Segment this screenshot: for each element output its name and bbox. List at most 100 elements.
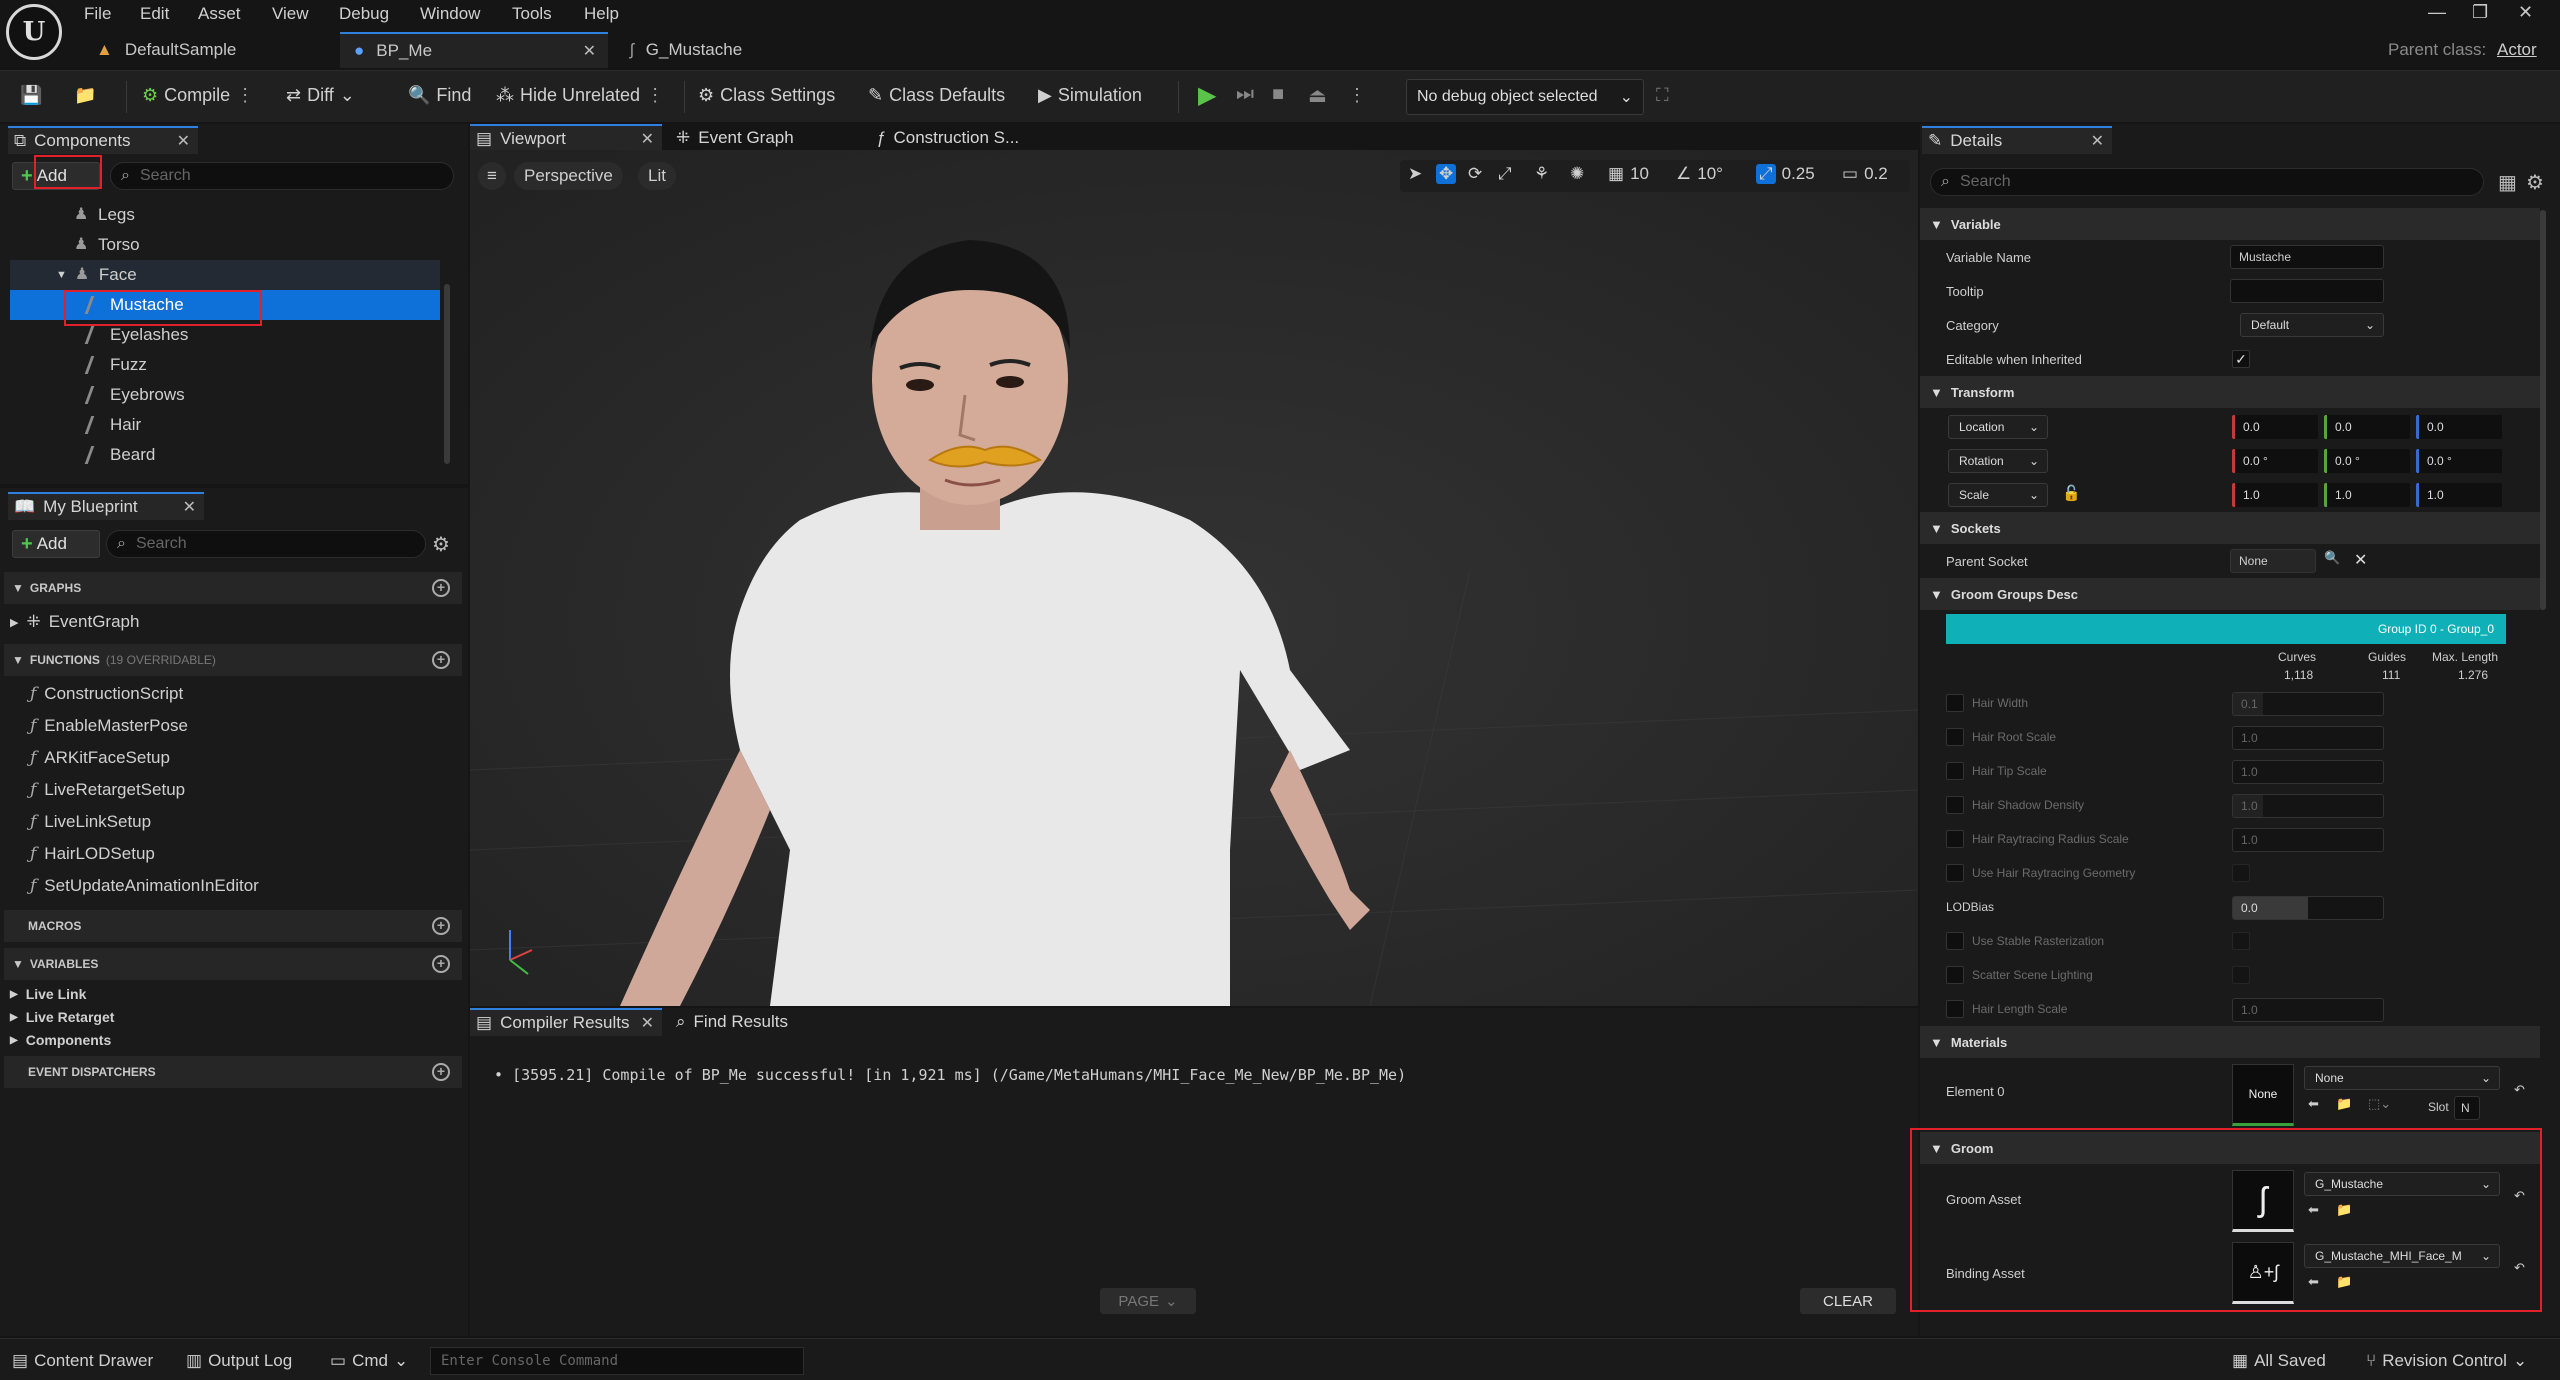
class-settings-button[interactable]: ⚙ Class Settings bbox=[698, 85, 835, 106]
lock-icon[interactable]: 🔓 bbox=[2062, 484, 2081, 502]
details-search-input[interactable]: ⌕ Search bbox=[1930, 168, 2484, 196]
scale-z-input[interactable]: 1.0 bbox=[2416, 483, 2502, 507]
all-saved-button[interactable]: ▦ All Saved bbox=[2232, 1351, 2326, 1371]
macros-section[interactable]: MACROS + bbox=[4, 910, 462, 942]
debug-object-select[interactable]: No debug object selected ⌄ bbox=[1406, 79, 1644, 115]
menu-debug[interactable]: Debug bbox=[339, 4, 389, 24]
scale-mode-icon[interactable]: ⤢ bbox=[1498, 164, 1512, 184]
menu-window[interactable]: Window bbox=[420, 4, 480, 24]
variable-group-live-link[interactable]: ▶ Live Link bbox=[10, 986, 86, 1002]
materials-section[interactable]: ▼ Materials bbox=[1920, 1026, 2540, 1058]
use-selected-icon[interactable]: ⬅ bbox=[2308, 1202, 2319, 1218]
groom-groups-section[interactable]: ▼ Groom Groups Desc bbox=[1920, 578, 2540, 610]
settings-gear-icon[interactable]: ⚙ bbox=[432, 532, 450, 557]
find-button[interactable]: 🔍 Find bbox=[408, 85, 471, 106]
details-scrollbar[interactable] bbox=[2540, 210, 2546, 610]
override-checkbox[interactable] bbox=[1946, 694, 1964, 712]
simulation-button[interactable]: ▶ Simulation bbox=[1038, 85, 1142, 106]
menu-edit[interactable]: Edit bbox=[140, 4, 169, 24]
function-item[interactable]: ƒ ARKitFaceSetup bbox=[30, 748, 170, 768]
tab-bp-me[interactable]: ● BP_Me ✕ bbox=[340, 32, 608, 68]
stop-icon[interactable]: ■ bbox=[1272, 83, 1284, 106]
restore-icon[interactable]: ❐ bbox=[2472, 2, 2488, 23]
scale-mode-select[interactable]: Scale ⌄ bbox=[1948, 483, 2048, 507]
functions-section[interactable]: ▼ FUNCTIONS (19 OVERRIDABLE) + bbox=[4, 644, 462, 676]
rotation-mode-select[interactable]: Rotation ⌄ bbox=[1948, 449, 2048, 473]
rotation-y-input[interactable]: 0.0 ° bbox=[2324, 449, 2410, 473]
material-select[interactable]: None ⌄ bbox=[2304, 1066, 2500, 1090]
override-checkbox[interactable] bbox=[1946, 796, 1964, 814]
component-item-torso[interactable]: ♟ Torso bbox=[10, 230, 440, 260]
groom-prop-checkbox[interactable] bbox=[2232, 864, 2250, 882]
menu-view[interactable]: View bbox=[272, 4, 309, 24]
override-checkbox[interactable] bbox=[1946, 966, 1964, 984]
function-item[interactable]: ƒ SetUpdateAnimationInEditor bbox=[30, 876, 259, 896]
output-log-button[interactable]: ▥ Output Log bbox=[186, 1351, 292, 1371]
close-icon[interactable]: ✕ bbox=[2091, 131, 2104, 151]
editable-checkbox[interactable]: ✓ bbox=[2232, 350, 2250, 368]
browse-icon[interactable]: 📁 bbox=[74, 85, 96, 106]
rotation-x-input[interactable]: 0.0 ° bbox=[2232, 449, 2318, 473]
component-item-eyebrows[interactable]: Eyebrows bbox=[10, 380, 440, 410]
class-defaults-button[interactable]: ✎ Class Defaults bbox=[868, 85, 1005, 106]
lit-button[interactable]: Lit bbox=[638, 162, 676, 190]
scale-snap-button[interactable]: ⤢ 0.25 bbox=[1756, 164, 1815, 184]
category-select[interactable]: Default ⌄ bbox=[2240, 313, 2384, 337]
reset-icon[interactable]: ↶ bbox=[2514, 1082, 2525, 1098]
groom-prop-input[interactable]: 1.0 bbox=[2232, 998, 2384, 1022]
my-blueprint-search-input[interactable]: ⌕ Search bbox=[106, 530, 426, 558]
use-selected-icon[interactable]: ⬅ bbox=[2308, 1096, 2319, 1112]
rotate-mode-icon[interactable]: ⟳ bbox=[1468, 164, 1482, 184]
details-tab[interactable]: ✎ Details ✕ bbox=[1922, 126, 2112, 154]
groom-section[interactable]: ▼ Groom bbox=[1920, 1132, 2540, 1164]
my-blueprint-tab[interactable]: 📖 My Blueprint ✕ bbox=[8, 492, 204, 520]
tooltip-input[interactable] bbox=[2230, 279, 2384, 303]
component-item-legs[interactable]: ♟ Legs bbox=[10, 200, 440, 230]
table-view-icon[interactable]: ▦ bbox=[2498, 170, 2517, 195]
graphs-section[interactable]: ▼ GRAPHS + bbox=[4, 572, 462, 604]
groom-prop-input[interactable]: 1.0 bbox=[2232, 726, 2384, 750]
groom-prop-input[interactable]: 1.0 bbox=[2232, 760, 2384, 784]
tab-find-results[interactable]: ⌕ Find Results bbox=[670, 1008, 840, 1036]
close-icon[interactable]: ✕ bbox=[183, 497, 196, 517]
translate-mode-icon[interactable]: ✥ bbox=[1436, 164, 1457, 184]
tab-construction-script[interactable]: ƒ Construction S... bbox=[870, 124, 1060, 152]
browse-icon[interactable]: 📁 bbox=[2336, 1274, 2352, 1290]
tab-event-graph[interactable]: ⁜ Event Graph bbox=[670, 124, 860, 152]
tab-viewport[interactable]: ▤ Viewport ✕ bbox=[470, 124, 662, 152]
groom-prop-input[interactable]: 0.0 bbox=[2232, 896, 2384, 920]
step-icon[interactable]: ⏭ bbox=[1236, 83, 1254, 106]
groom-prop-checkbox[interactable] bbox=[2232, 932, 2250, 950]
slot-input[interactable]: N bbox=[2454, 1096, 2480, 1120]
cmd-select[interactable]: ▭ Cmd ⌄ bbox=[330, 1351, 408, 1371]
diff-button[interactable]: ⇄ Diff ⌄ bbox=[286, 85, 355, 106]
menu-tools[interactable]: Tools bbox=[512, 4, 552, 24]
use-selected-icon[interactable]: ⬅ bbox=[2308, 1274, 2319, 1290]
function-item[interactable]: ƒ ConstructionScript bbox=[30, 684, 183, 704]
close-icon[interactable]: ✕ bbox=[177, 131, 190, 151]
add-macro-icon[interactable]: + bbox=[432, 917, 450, 935]
page-button[interactable]: PAGE ⌄ bbox=[1100, 1288, 1196, 1314]
component-item-fuzz[interactable]: Fuzz bbox=[10, 350, 440, 380]
groom-prop-checkbox[interactable] bbox=[2232, 966, 2250, 984]
tab-g-mustache[interactable]: ʃ G_Mustache bbox=[620, 32, 860, 68]
groom-asset-thumbnail[interactable]: ʃ bbox=[2232, 1170, 2294, 1232]
browse-icon[interactable]: 📁 bbox=[2336, 1202, 2352, 1218]
groom-prop-input[interactable]: 0.1 bbox=[2232, 692, 2384, 716]
binding-asset-thumbnail[interactable]: ♙+ʃ bbox=[2232, 1242, 2294, 1304]
select-mode-icon[interactable]: ➤ bbox=[1408, 164, 1422, 184]
add-function-icon[interactable]: + bbox=[432, 651, 450, 669]
function-item[interactable]: ƒ EnableMasterPose bbox=[30, 716, 188, 736]
sockets-section[interactable]: ▼ Sockets bbox=[1920, 512, 2540, 544]
components-scrollbar[interactable] bbox=[444, 284, 450, 464]
browse-icon[interactable]: 📁 bbox=[2336, 1096, 2352, 1112]
location-x-input[interactable]: 0.0 bbox=[2232, 415, 2318, 439]
console-input[interactable]: Enter Console Command bbox=[430, 1347, 804, 1375]
function-item[interactable]: ƒ HairLODSetup bbox=[30, 844, 155, 864]
location-z-input[interactable]: 0.0 bbox=[2416, 415, 2502, 439]
override-checkbox[interactable] bbox=[1946, 864, 1964, 882]
menu-help[interactable]: Help bbox=[584, 4, 619, 24]
add-variable-icon[interactable]: + bbox=[432, 955, 450, 973]
binding-asset-select[interactable]: G_Mustache_MHI_Face_M ⌄ bbox=[2304, 1244, 2500, 1268]
override-checkbox[interactable] bbox=[1946, 728, 1964, 746]
